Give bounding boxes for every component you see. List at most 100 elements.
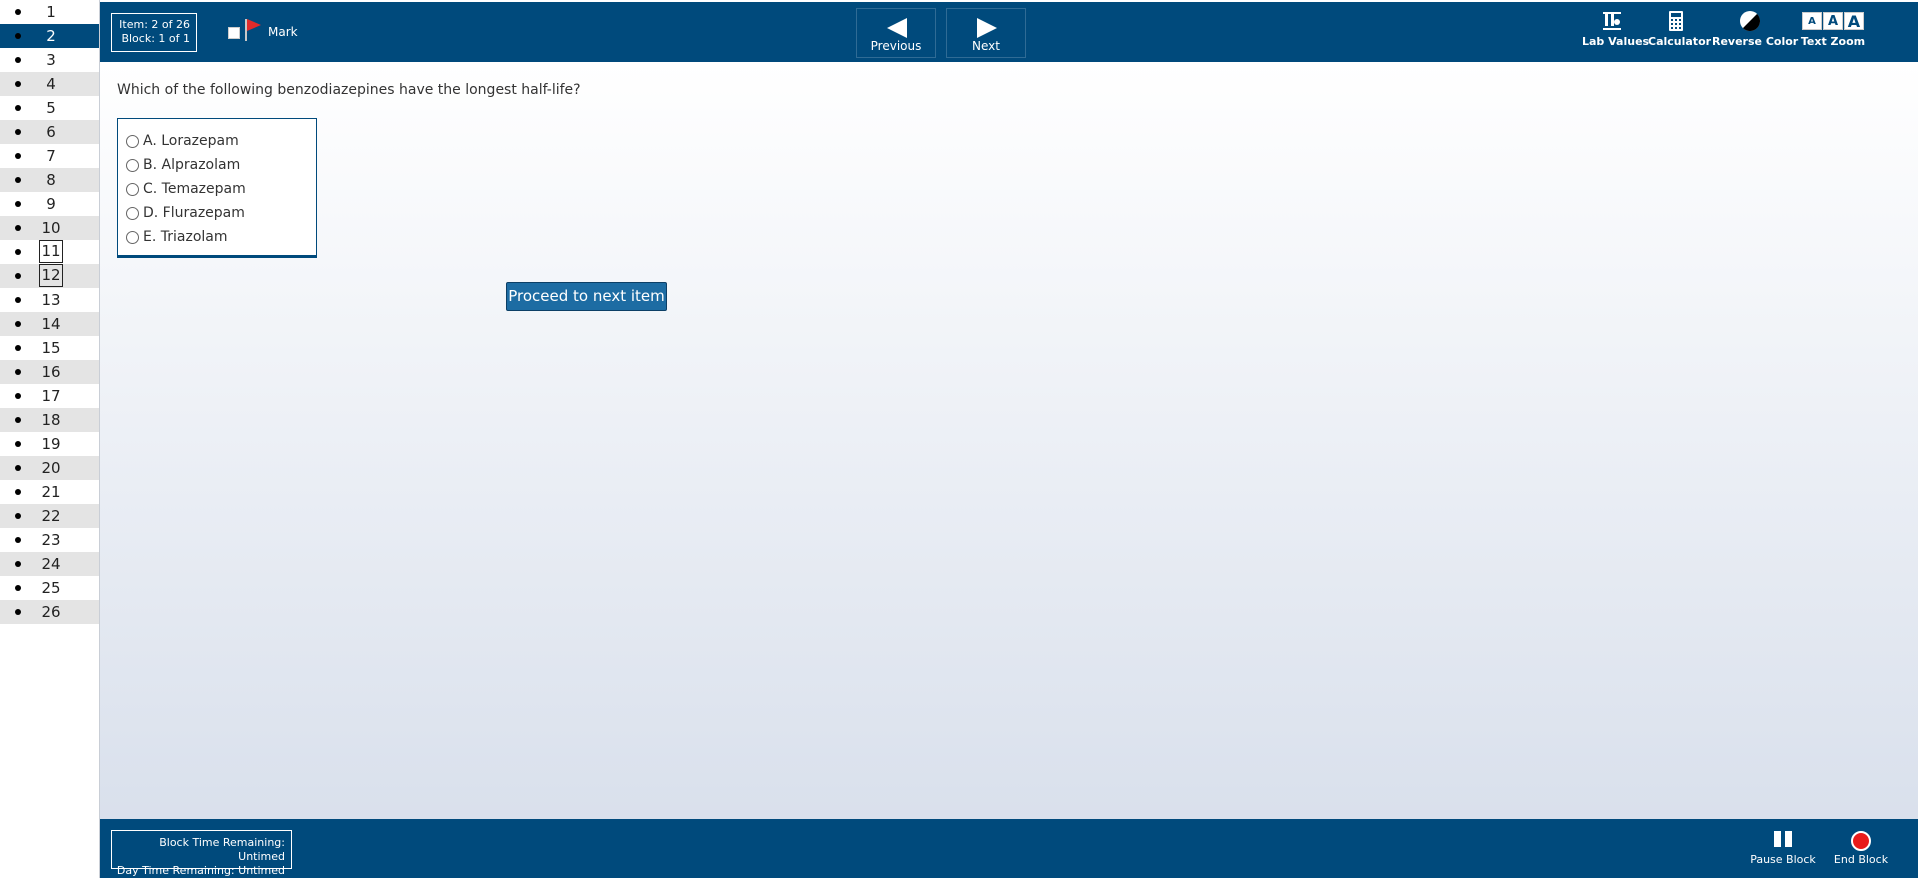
bullet-icon — [15, 273, 21, 279]
question-nav-item[interactable]: 2 — [0, 24, 99, 48]
bullet-icon — [15, 441, 21, 447]
calculator-icon — [1668, 10, 1684, 32]
answer-option[interactable]: A. Lorazepam — [118, 129, 316, 153]
next-label: Next — [972, 39, 1000, 53]
bullet-icon — [15, 57, 21, 63]
question-number: 4 — [46, 75, 56, 93]
answer-option-label: A. Lorazepam — [143, 133, 239, 149]
stop-icon — [1851, 831, 1871, 851]
question-number: 12 — [39, 264, 63, 287]
question-nav-item[interactable]: 18 — [0, 408, 99, 432]
answer-option-label: C. Temazepam — [143, 181, 246, 197]
bullet-icon — [15, 249, 21, 255]
answer-option-label: B. Alprazolam — [143, 157, 241, 173]
radio-button[interactable] — [126, 206, 139, 220]
bullet-icon — [15, 489, 21, 495]
lab-flask-icon — [1601, 10, 1623, 32]
radio-button[interactable] — [126, 134, 139, 148]
question-nav-item[interactable]: 21 — [0, 480, 99, 504]
proceed-button[interactable]: Proceed to next item — [506, 282, 667, 311]
question-number: 22 — [41, 507, 61, 525]
question-number: 8 — [46, 171, 56, 189]
bullet-icon — [15, 417, 21, 423]
question-nav-item[interactable]: 24 — [0, 552, 99, 576]
bottom-toolbar: Block Time Remaining: Untimed Day Time R… — [100, 819, 1918, 878]
question-nav-item[interactable]: 25 — [0, 576, 99, 600]
question-nav-item[interactable]: 5 — [0, 96, 99, 120]
bullet-icon — [15, 513, 21, 519]
question-nav-item[interactable]: 12 — [0, 264, 99, 288]
question-nav-item[interactable]: 3 — [0, 48, 99, 72]
radio-button[interactable] — [126, 230, 139, 244]
end-block-button[interactable]: End Block — [1828, 831, 1894, 866]
answer-options: A. Lorazepam B. Alprazolam C. Temazepam D. … — [117, 118, 317, 258]
mark-label: Mark — [268, 24, 298, 39]
flag-icon — [244, 19, 262, 41]
question-nav-item[interactable]: 6 — [0, 120, 99, 144]
question-nav-item[interactable]: 10 — [0, 216, 99, 240]
bullet-icon — [15, 105, 21, 111]
answer-option[interactable]: E. Triazolam — [118, 225, 316, 249]
question-nav-item[interactable]: 26 — [0, 600, 99, 624]
question-nav-item[interactable]: 15 — [0, 336, 99, 360]
question-nav-item[interactable]: 20 — [0, 456, 99, 480]
question-nav-item[interactable]: 19 — [0, 432, 99, 456]
bullet-icon — [15, 201, 21, 207]
pause-block-button[interactable]: Pause Block — [1745, 831, 1821, 866]
question-number: 25 — [41, 579, 61, 597]
question-nav-item[interactable]: 9 — [0, 192, 99, 216]
item-status-box: Item: 2 of 26 Block: 1 of 1 — [111, 13, 197, 52]
lab-values-button[interactable]: Lab Values — [1582, 10, 1650, 48]
answer-option[interactable]: C. Temazepam — [118, 177, 316, 201]
question-number: 15 — [41, 339, 61, 357]
question-nav-item[interactable]: 7 — [0, 144, 99, 168]
question-number: 24 — [41, 555, 61, 573]
pause-block-label: Pause Block — [1750, 853, 1816, 866]
item-status: Item: 2 of 26 — [119, 18, 190, 31]
question-nav-item[interactable]: 23 — [0, 528, 99, 552]
next-button[interactable]: Next — [946, 8, 1026, 58]
question-number: 5 — [46, 99, 56, 117]
question-nav-item[interactable]: 4 — [0, 72, 99, 96]
reverse-color-label: Reverse Color — [1712, 35, 1799, 48]
question-number: 18 — [41, 411, 61, 429]
answer-option[interactable]: B. Alprazolam — [118, 153, 316, 177]
calculator-label: Calculator — [1648, 35, 1712, 48]
question-number: 16 — [41, 363, 61, 381]
question-nav-item[interactable]: 17 — [0, 384, 99, 408]
bullet-icon — [15, 153, 21, 159]
bullet-icon — [15, 369, 21, 375]
previous-button[interactable]: Previous — [856, 8, 936, 58]
question-number: 2 — [46, 27, 56, 45]
question-navigator: 1 2 3 4 5 6 7 8 9 10 11 12 13 14 15 16 17 18 19 20 21 22 23 24 2… — [0, 0, 100, 878]
mark-toggle[interactable]: Mark — [228, 19, 298, 41]
bullet-icon — [15, 609, 21, 615]
question-nav-item[interactable]: 8 — [0, 168, 99, 192]
question-nav-item[interactable]: 1 — [0, 0, 99, 24]
day-time-remaining: Day Time Remaining: Untimed — [116, 864, 285, 877]
lab-values-label: Lab Values — [1582, 35, 1650, 48]
bullet-icon — [15, 585, 21, 591]
question-nav-item[interactable]: 11 — [0, 240, 99, 264]
text-zoom-button[interactable]: A A A Text Zoom — [1800, 10, 1866, 48]
answer-option[interactable]: D. Flurazepam — [118, 201, 316, 225]
radio-button[interactable] — [126, 158, 139, 172]
bullet-icon — [15, 321, 21, 327]
bullet-icon — [15, 129, 21, 135]
mark-checkbox[interactable] — [228, 27, 240, 39]
calculator-button[interactable]: Calculator — [1648, 10, 1712, 48]
reverse-color-button[interactable]: Reverse Color — [1712, 10, 1799, 48]
arrow-left-icon — [887, 18, 907, 38]
question-nav-item[interactable]: 13 — [0, 288, 99, 312]
question-stem: Which of the following benzodiazepines h… — [117, 82, 581, 98]
text-zoom-icon: A A A — [1802, 10, 1864, 32]
question-nav-item[interactable]: 22 — [0, 504, 99, 528]
question-number: 13 — [41, 291, 61, 309]
bullet-icon — [15, 465, 21, 471]
top-toolbar: Item: 2 of 26 Block: 1 of 1 Mark Previou… — [100, 2, 1918, 62]
radio-button[interactable] — [126, 182, 139, 196]
question-area: Which of the following benzodiazepines h… — [100, 62, 1918, 819]
question-nav-item[interactable]: 16 — [0, 360, 99, 384]
question-nav-item[interactable]: 14 — [0, 312, 99, 336]
bullet-icon — [15, 225, 21, 231]
